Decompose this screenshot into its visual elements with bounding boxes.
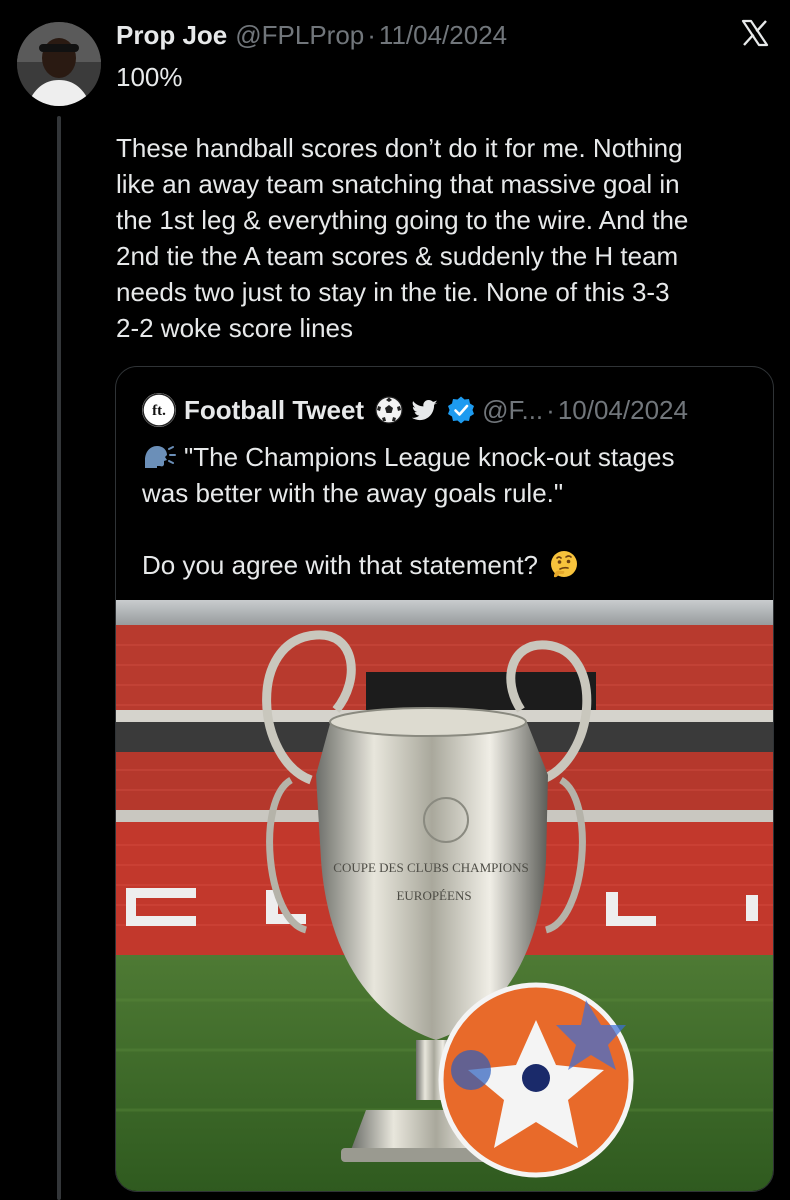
display-name[interactable]: Prop Joe (116, 20, 227, 51)
quoted-media-image[interactable]: COUPE DES CLUBS CHAMPIONS EUROPÉENS (116, 600, 773, 1191)
tweet-body-line: the 1st leg & everything going to the wi… (116, 205, 689, 235)
quoted-avatar[interactable]: ft. (142, 393, 176, 427)
tweet-body-line: needs two just to stay in the tie. None … (116, 277, 670, 307)
x-logo-icon[interactable] (740, 18, 770, 48)
quoted-date[interactable]: 10/04/2024 (558, 395, 688, 426)
quoted-handle[interactable]: @F... (482, 395, 543, 426)
tweet-date[interactable]: 11/04/2024 (379, 20, 507, 51)
quoted-text-line-2: was better with the away goals rule." (142, 478, 564, 508)
profile-photo-icon (17, 22, 101, 106)
quoted-display-name[interactable]: Football Tweet (184, 395, 364, 426)
tweet-view: Prop Joe @FPLProp · 11/04/2024 100% Thes… (0, 0, 790, 1200)
trophy-stadium-photo: COUPE DES CLUBS CHAMPIONS EUROPÉENS (116, 600, 773, 1191)
quoted-tweet-text: "The Champions League knock-out stages w… (142, 439, 752, 583)
quoted-text-line-3: Do you agree with that statement? (142, 550, 539, 580)
verified-badge-icon (446, 395, 476, 425)
thinking-face-icon (551, 551, 578, 578)
separator-dot: · (546, 394, 555, 425)
trophy-inscription-line-2: EUROPÉENS (396, 888, 471, 903)
quoted-text-line: "The Champions League knock-out stages (142, 439, 752, 475)
tweet-body-line: These handball scores don’t do it for me… (116, 133, 683, 163)
twitter-bird-icon (410, 395, 440, 425)
quoted-tweet-header: ft. Football Tweet @F... · 10/04/2024 (142, 393, 688, 427)
tweet-lead-text: 100% (116, 62, 183, 92)
speaking-head-icon (145, 446, 176, 468)
avatar[interactable] (17, 22, 101, 106)
user-handle[interactable]: @FPLProp (235, 20, 364, 51)
quoted-text-line-1: "The Champions League knock-out stages (184, 442, 675, 472)
soccer-ball-icon (374, 395, 404, 425)
thread-line (57, 116, 61, 1200)
tweet-body-line: 2-2 woke score lines (116, 313, 353, 343)
trophy-inscription-line-1: COUPE DES CLUBS CHAMPIONS (333, 860, 528, 875)
tweet-header: Prop Joe @FPLProp · 11/04/2024 (116, 20, 507, 54)
ft-logo-text: ft. (152, 403, 166, 419)
tweet-body: These handball scores don’t do it for me… (116, 130, 776, 346)
separator-dot: · (367, 20, 376, 50)
quoted-text-line: Do you agree with that statement? (142, 547, 752, 583)
tweet-body-line: 2nd tie the A team scores & suddenly the… (116, 241, 679, 271)
quoted-tweet-card[interactable]: ft. Football Tweet @F... · 10/04/2024 "T… (115, 366, 774, 1192)
tweet-body-line: like an away team snatching that massive… (116, 169, 680, 199)
ft-logo-icon: ft. (142, 393, 176, 427)
